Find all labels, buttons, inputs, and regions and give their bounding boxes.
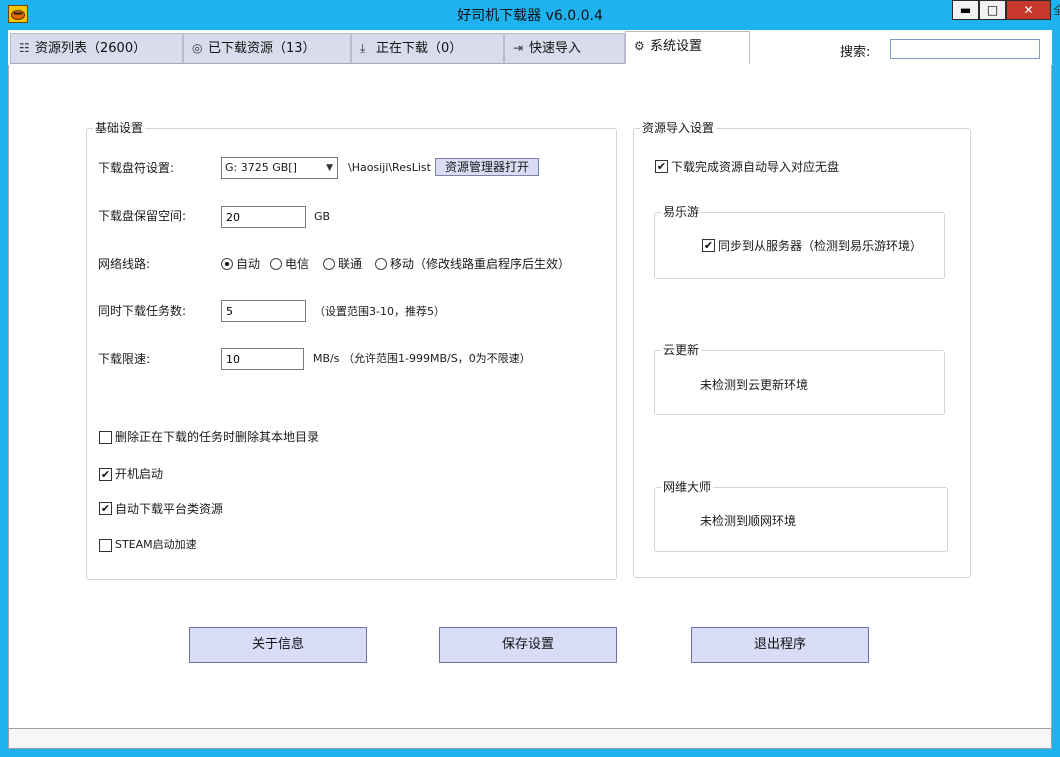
drive-label: 下载盘符设置: [98,161,175,175]
drive-path: \Haosiji\ResList [348,161,431,174]
drive-selected-value: G: 3725 GB[] [225,161,297,174]
network-option-label: 移动（修改线路重启程序后生效） [390,257,571,271]
reserve-space-input[interactable] [221,206,306,228]
drive-select[interactable]: G: 3725 GB[] ▼ [221,157,338,179]
group-title: 基础设置 [93,121,146,135]
client-area: ☷ 资源列表（2600） ◎ 已下载资源（13） ⤓ 正在下载（0） ⇥ 快速导入 ⚙ 系… [8,30,1052,749]
tab-resource-list[interactable]: ☷ 资源列表（2600） [10,33,183,64]
reserve-unit: GB [314,210,331,223]
import-settings-group: 资源导入设置 ✔ 下载完成资源自动导入对应无盘 易乐游 ✔ 同步到从服务器（检测… [633,121,971,578]
delete-local-dir-checkbox[interactable] [99,431,112,444]
search-label: 搜索: [840,45,871,60]
maximize-button[interactable]: □ [979,0,1006,20]
sync-server-checkbox[interactable]: ✔ [702,239,715,252]
check-circle-icon: ◎ [192,41,203,55]
speed-hint: （允许范围1-999MB/S，0为不限速） [343,352,531,365]
tab-downloaded[interactable]: ◎ 已下载资源（13） [183,33,351,64]
status-bar [8,728,1052,749]
tab-quick-import[interactable]: ⇥ 快速导入 [504,33,625,64]
gear-icon: ⚙ [634,39,645,53]
speed-label: 下载限速: [98,352,151,366]
auto-import-checkbox[interactable]: ✔ [655,160,668,173]
group-title: 易乐游 [661,205,702,219]
tab-label: 已下载资源（13） [208,41,316,56]
title-bar[interactable]: 好司机下载器 v6.0.0.4 ▬ □ ✕ 全 [0,0,1060,30]
tasks-label: 同时下载任务数: [98,304,187,318]
network-radio-auto[interactable] [221,258,233,270]
network-option-label: 电信 [285,257,310,271]
tab-label: 系统设置 [650,39,703,54]
wangwei-group: 网维大师 未检测到顺网环境 [654,480,948,552]
settings-panel: 基础设置 下载盘符设置: G: 3725 GB[] ▼ \Haosiji\Res… [8,65,1052,729]
speed-unit: MB/s [313,352,340,365]
list-icon: ☷ [19,41,30,55]
tab-downloading[interactable]: ⤓ 正在下载（0） [351,33,504,64]
tab-settings[interactable]: ⚙ 系统设置 [625,31,750,65]
tab-label: 资源列表（2600） [35,41,147,56]
yiley-group: 易乐游 ✔ 同步到从服务器（检测到易乐游环境） [654,205,945,279]
checkbox-label: 下载完成资源自动导入对应无盘 [671,160,840,174]
about-button[interactable]: 关于信息 [189,627,367,663]
auto-download-platform-checkbox[interactable]: ✔ [99,502,112,515]
checkbox-label: 自动下载平台类资源 [115,502,224,516]
autostart-checkbox[interactable]: ✔ [99,468,112,481]
network-label: 网络线路: [98,257,151,271]
chevron-down-icon: ▼ [326,163,333,173]
edge-glyph: 全 [1053,4,1060,17]
exit-button[interactable]: 退出程序 [691,627,869,663]
checkbox-label: 删除正在下载的任务时删除其本地目录 [115,430,320,444]
cloud-update-group: 云更新 未检测到云更新环境 [654,343,945,415]
group-title: 云更新 [661,343,702,357]
tab-strip: ☷ 资源列表（2600） ◎ 已下载资源（13） ⤓ 正在下载（0） ⇥ 快速导入 ⚙ 系… [8,30,1052,66]
minimize-button[interactable]: ▬ [952,0,979,20]
reserve-label: 下载盘保留空间: [98,209,187,223]
basic-settings-group: 基础设置 下载盘符设置: G: 3725 GB[] ▼ \Haosiji\Res… [86,121,617,580]
network-radio-telecom[interactable] [270,258,282,270]
save-settings-button[interactable]: 保存设置 [439,627,617,663]
network-option-label: 自动 [236,257,261,271]
radio-selected-dot [225,262,229,266]
network-option-label: 联通 [338,257,363,271]
close-button[interactable]: ✕ [1006,0,1051,20]
cloud-status: 未检测到云更新环境 [700,378,809,392]
checkbox-label: 同步到从服务器（检测到易乐游环境） [718,239,923,253]
open-explorer-button[interactable]: 资源管理器打开 [435,158,539,176]
tab-label: 正在下载（0） [376,41,463,56]
group-title: 资源导入设置 [640,121,717,135]
wangwei-status: 未检测到顺网环境 [700,514,797,528]
search-input[interactable] [890,39,1040,59]
group-title: 网维大师 [661,480,714,494]
window-title: 好司机下载器 v6.0.0.4 [457,8,603,24]
speed-limit-input[interactable] [221,348,304,370]
tasks-hint: （设置范围3-10，推荐5） [314,305,445,318]
concurrent-tasks-input[interactable] [221,300,306,322]
tab-label: 快速导入 [529,41,582,56]
checkbox-label: STEAM启动加速 [115,538,197,551]
import-icon: ⇥ [513,41,524,55]
steam-boost-checkbox[interactable] [99,539,112,552]
network-radio-mobile[interactable] [375,258,387,270]
app-window: 好司机下载器 v6.0.0.4 ▬ □ ✕ 全 ☷ 资源列表（2600） ◎ 已下载… [0,0,1060,757]
network-radio-unicom[interactable] [323,258,335,270]
download-icon: ⤓ [360,41,366,55]
checkbox-label: 开机启动 [115,467,164,481]
